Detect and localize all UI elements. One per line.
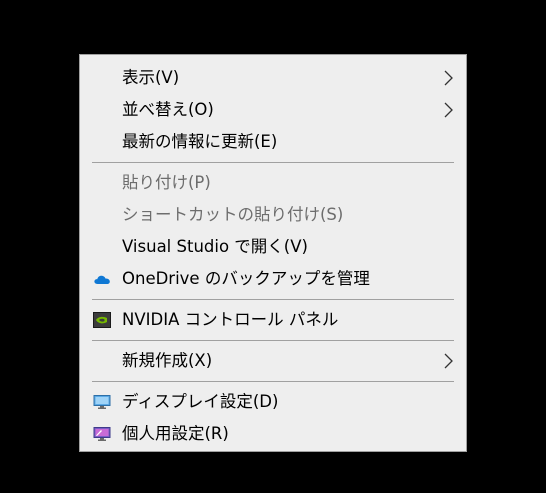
menu-item-label: 個人用設定(R) — [122, 424, 229, 443]
menu-item-paste: 貼り付け(P) — [80, 167, 466, 199]
menu-separator — [92, 381, 454, 382]
menu-item-label: NVIDIA コントロール パネル — [122, 310, 339, 329]
menu-separator — [92, 340, 454, 341]
chevron-right-icon — [444, 102, 453, 118]
onedrive-cloud-icon — [94, 275, 110, 284]
menu-item-refresh[interactable]: 最新の情報に更新(E) — [80, 126, 466, 158]
menu-separator — [92, 162, 454, 163]
menu-item-nvidia-control-panel[interactable]: NVIDIA コントロール パネル — [80, 304, 466, 336]
menu-item-onedrive-backup[interactable]: OneDrive のバックアップを管理 — [80, 263, 466, 295]
menu-item-label: ディスプレイ設定(D) — [122, 392, 279, 411]
personalize-monitor-icon — [93, 427, 111, 441]
menu-item-label: OneDrive のバックアップを管理 — [122, 269, 370, 288]
menu-item-sort-by[interactable]: 並べ替え(O) — [80, 94, 466, 126]
menu-item-open-in-visual-studio[interactable]: Visual Studio で開く(V) — [80, 231, 466, 263]
menu-item-paste-shortcut: ショートカットの貼り付け(S) — [80, 199, 466, 231]
display-monitor-icon — [93, 395, 111, 409]
chevron-right-icon — [444, 70, 453, 86]
menu-item-label: 並べ替え(O) — [122, 100, 214, 119]
menu-item-personalize[interactable]: 個人用設定(R) — [80, 418, 466, 450]
menu-item-label: 最新の情報に更新(E) — [122, 132, 278, 151]
nvidia-logo-icon — [93, 312, 111, 328]
chevron-right-icon — [444, 353, 453, 369]
menu-item-label: 表示(V) — [122, 68, 180, 87]
menu-item-label: Visual Studio で開く(V) — [122, 237, 308, 256]
desktop-context-menu: 表示(V) 並べ替え(O) 最新の情報に更新(E) 貼り付け(P) ショートカッ… — [79, 54, 467, 452]
menu-separator — [92, 299, 454, 300]
menu-item-label: ショートカットの貼り付け(S) — [122, 205, 344, 224]
menu-item-display-settings[interactable]: ディスプレイ設定(D) — [80, 386, 466, 418]
menu-item-label: 新規作成(X) — [122, 351, 213, 370]
menu-item-label: 貼り付け(P) — [122, 173, 211, 192]
menu-item-new[interactable]: 新規作成(X) — [80, 345, 466, 377]
menu-item-view[interactable]: 表示(V) — [80, 62, 466, 94]
